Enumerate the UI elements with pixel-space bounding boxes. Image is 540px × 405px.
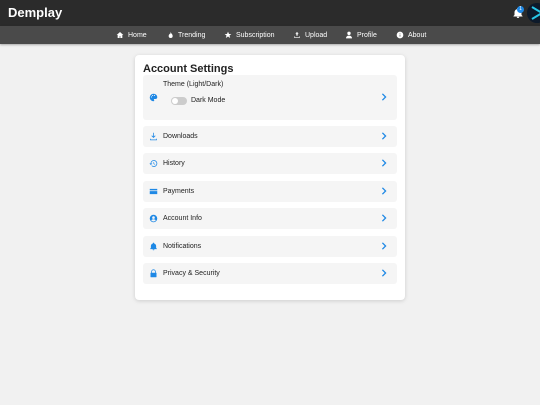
chevron-right-icon [381, 132, 387, 140]
star-icon [224, 31, 232, 38]
nav-label: Trending [178, 31, 206, 39]
upload-icon [294, 32, 300, 38]
avatar[interactable] [527, 3, 540, 23]
nav-label: About [408, 31, 427, 39]
chevron-right-icon [381, 159, 387, 167]
settings-item-payments[interactable]: Payments [143, 181, 397, 202]
settings-item-label: History [163, 160, 185, 167]
lock-icon [150, 269, 157, 278]
nav-label: Home [128, 31, 147, 39]
history-icon [149, 160, 158, 167]
chevron-right-icon [381, 242, 387, 250]
dark-mode-toggle[interactable] [171, 97, 187, 105]
dark-mode-label: Dark Mode [191, 97, 226, 104]
settings-item-label: Notifications [163, 243, 202, 250]
settings-item-label: Privacy & Security [163, 270, 220, 277]
page-title: Account Settings [143, 63, 234, 75]
info-icon [396, 31, 404, 39]
theme-label: Theme (Light/Dark) [163, 81, 224, 88]
settings-item-label: Account Info [163, 215, 202, 222]
nav-label: Upload [305, 31, 328, 39]
settings-item-account-info[interactable]: Account Info [143, 208, 397, 229]
main-nav: Home Trending Subscription Upload Profil… [0, 26, 540, 44]
settings-item-downloads[interactable]: Downloads [143, 126, 397, 147]
toggle-knob [172, 98, 178, 104]
settings-item-notifications[interactable]: Notifications [143, 236, 397, 257]
home-icon [116, 32, 124, 38]
settings-item-history[interactable]: History [143, 153, 397, 174]
chevron-right-icon [381, 214, 387, 222]
app-title[interactable]: Demplay [8, 5, 62, 20]
nav-item-about[interactable]: About [396, 26, 426, 44]
user-icon [346, 31, 352, 39]
nav-item-home[interactable]: Home [116, 26, 147, 44]
credit-card-icon [149, 188, 158, 195]
nav-item-upload[interactable]: Upload [293, 26, 327, 44]
nav-label: Subscription [236, 31, 275, 39]
chevron-right-icon [381, 269, 387, 277]
settings-item-privacy-security[interactable]: Privacy & Security [143, 263, 397, 284]
user-circle-icon [149, 214, 158, 223]
download-icon [150, 132, 157, 141]
avatar-logo-icon [527, 3, 540, 23]
account-settings-card: Account Settings Theme (Light/Dark) Dark… [135, 55, 405, 300]
nav-label: Profile [357, 31, 377, 39]
palette-icon [149, 93, 158, 102]
fire-icon [168, 31, 173, 38]
bell-icon [150, 242, 157, 251]
theme-row[interactable]: Theme (Light/Dark) Dark Mode [143, 75, 397, 120]
settings-item-label: Payments [163, 188, 195, 195]
chevron-right-icon [381, 187, 387, 195]
top-bar: Demplay 1 [0, 0, 540, 26]
settings-item-label: Downloads [163, 133, 198, 140]
chevron-right-icon [381, 93, 387, 101]
nav-item-profile[interactable]: Profile [345, 26, 377, 44]
nav-item-trending[interactable]: Trending [166, 26, 205, 44]
nav-item-subscription[interactable]: Subscription [224, 26, 275, 44]
notification-badge: 1 [517, 6, 524, 13]
